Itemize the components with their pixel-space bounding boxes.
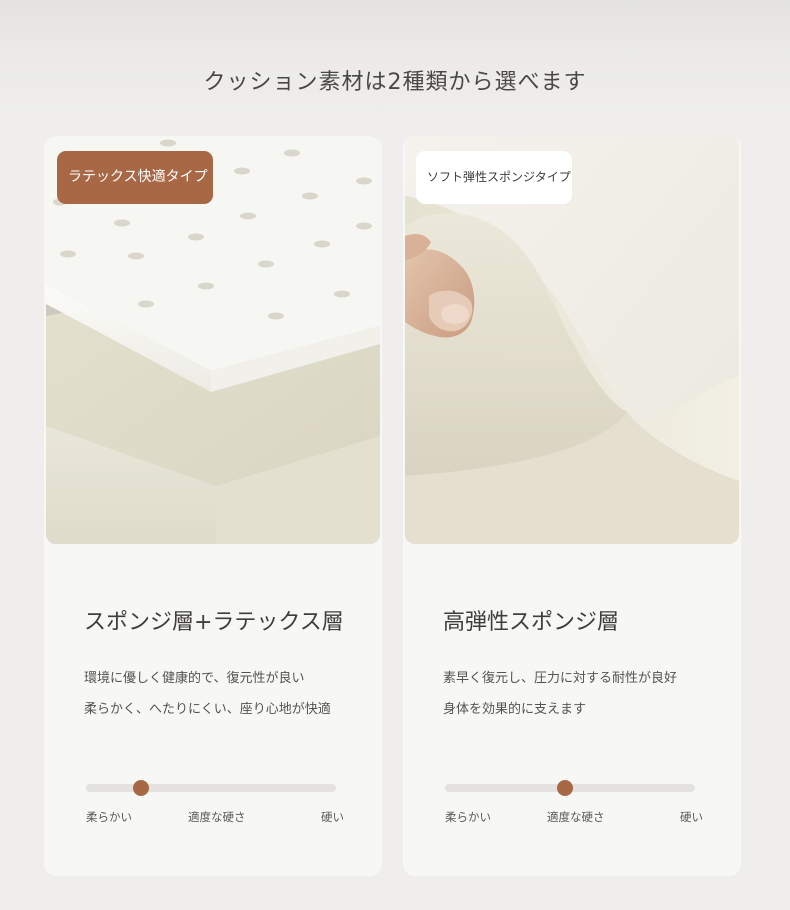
description-line: 柔らかく、へたりにくい、座り心地が快適 (84, 702, 331, 717)
sponge-type-tag: ソフト弾性スポンジタイプ (416, 151, 572, 204)
description-line: 素早く復元し、圧力に対する耐性が良好 (443, 671, 678, 686)
description-line: 身体を効果的に支えます (443, 702, 587, 717)
scale-label-medium: 適度な硬さ (188, 810, 246, 824)
header-background (0, 0, 790, 120)
card-heading: スポンジ層+ラテックス層 (84, 610, 344, 635)
card-heading: 高弾性スポンジ層 (443, 610, 620, 635)
latex-option-card[interactable]: ラテックス快適タイプ スポンジ層+ラテックス層 環境に優しく健康的で、復元性が良… (44, 136, 382, 876)
scale-label-firm: 硬い (680, 810, 703, 824)
page-title: クッション素材は2種類から選べます (203, 70, 587, 95)
description-line: 環境に優しく健康的で、復元性が良い (84, 671, 305, 686)
firmness-scale-track (86, 784, 336, 792)
scale-label-soft: 柔らかい (445, 810, 491, 824)
scale-label-soft: 柔らかい (86, 810, 132, 824)
firmness-indicator (133, 780, 149, 796)
latex-type-tag: ラテックス快適タイプ (57, 151, 213, 204)
scale-label-firm: 硬い (321, 810, 344, 824)
firmness-indicator (557, 780, 573, 796)
scale-label-medium: 適度な硬さ (547, 810, 605, 824)
sponge-option-card[interactable]: ソフト弾性スポンジタイプ 高弾性スポンジ層 素早く復元し、圧力に対する耐性が良好… (403, 136, 741, 876)
